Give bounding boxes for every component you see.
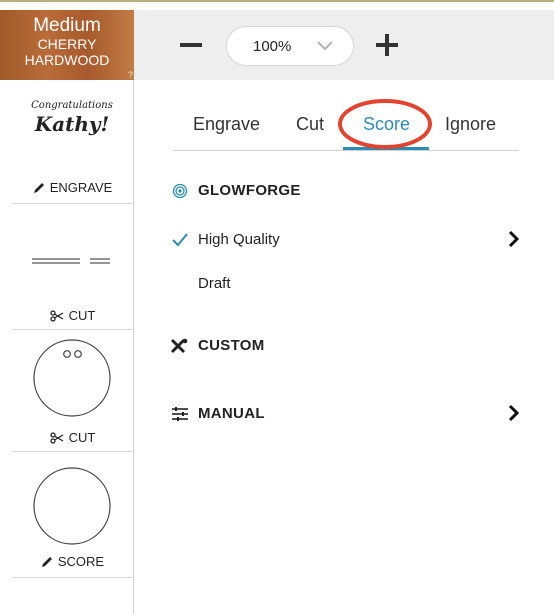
zoom-in-button[interactable] [372,30,402,60]
section-glowforge-title: GLOWFORGE [198,182,301,199]
material-help-icon[interactable]: ? [128,70,133,80]
scissors-icon [49,309,63,322]
zoom-value: 100% [253,38,292,55]
glowforge-logo-icon [172,183,188,199]
scissors-icon [49,431,63,444]
step-label-score: SCORE [12,554,133,569]
checkmark-icon [172,233,188,247]
material-grade: Medium [33,15,101,36]
step-label-text: ENGRAVE [49,180,113,195]
tab-cut[interactable]: Cut [296,114,324,135]
chevron-down-icon [317,41,333,51]
step-label-text: SCORE [57,554,105,569]
zoom-select[interactable]: 100% [226,26,354,66]
thumbnail-line2: Kathy! [34,112,110,136]
material-badge[interactable]: Medium CHERRY HARDWOOD ? [0,10,134,80]
sliders-icon [172,407,188,421]
step-label-cut: CUT [12,430,133,445]
chevron-right-icon[interactable] [508,230,520,248]
pencil-icon [33,182,44,193]
step-label-text: CUT [68,308,96,323]
option-high-quality[interactable]: High Quality [198,231,280,248]
material-species: CHERRY [37,36,97,52]
step-label-cut: CUT [12,308,133,323]
score-circle-thumbnail [33,467,111,545]
pencil-icon [41,556,52,567]
tab-engrave[interactable]: Engrave [193,114,260,135]
chevron-right-icon[interactable] [508,404,520,422]
section-manual-title[interactable]: MANUAL [198,405,265,422]
tab-ignore[interactable]: Ignore [445,114,496,135]
cut-lines-thumbnail [32,258,110,264]
step-label-text: CUT [68,430,96,445]
top-border [0,0,554,2]
section-custom-title[interactable]: CUSTOM [198,337,265,354]
step-label-engrave: ENGRAVE [12,180,133,195]
cut-circle-thumbnail [33,339,111,417]
option-draft[interactable]: Draft [198,275,231,292]
custom-tools-icon [170,338,188,354]
step-cut-circle[interactable]: CUT [12,330,133,452]
annotation-circle [338,99,432,149]
thumbnail-line1: Congratulations [31,100,113,111]
step-cut-lines[interactable]: CUT [12,204,133,330]
engrave-thumbnail: Congratulations Kathy! [22,100,122,136]
steps-sidebar: Congratulations Kathy! ENGRAVE CUT CUT S… [0,80,134,614]
step-score-circle[interactable]: SCORE [12,452,133,578]
step-engrave[interactable]: Congratulations Kathy! ENGRAVE [12,80,133,204]
zoom-out-button[interactable] [176,30,206,60]
material-type: HARDWOOD [24,52,110,68]
toolbar: 100% [134,10,554,80]
